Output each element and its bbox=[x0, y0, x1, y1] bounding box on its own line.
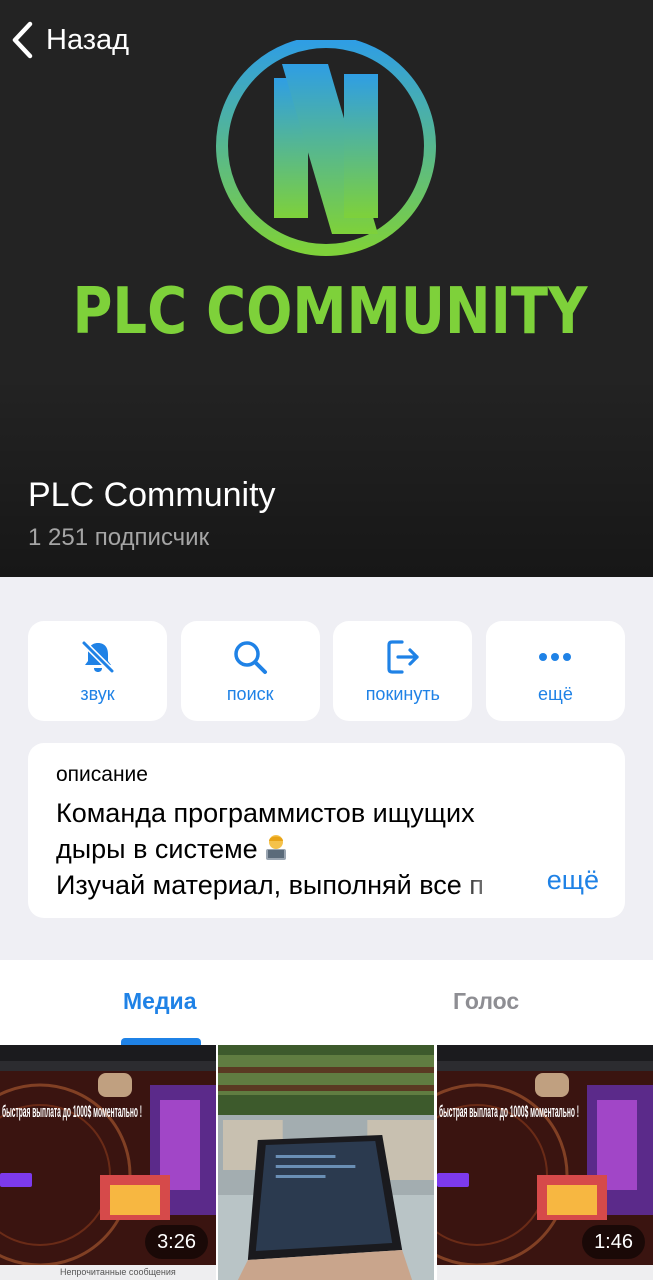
channel-header: Назад PLC COMMUNITY PLC Community 1 251 … bbox=[0, 0, 653, 577]
description-line: Команда программистов ищущих bbox=[56, 795, 597, 831]
media-grid: быстрая выплата до 1000$ моментально ! 3… bbox=[0, 1045, 653, 1280]
description-line1-text: Команда программистов ищущих bbox=[56, 798, 475, 828]
channel-logo: PLC COMMUNITY bbox=[60, 40, 600, 350]
mute-label: звук bbox=[80, 684, 115, 704]
media-item[interactable]: быстрая выплата до 1000$ моментально ! 3… bbox=[0, 1045, 216, 1280]
media-item[interactable] bbox=[218, 1045, 434, 1280]
more-label: ещё bbox=[538, 684, 573, 704]
description-card: описание Команда программистов ищущих ды… bbox=[28, 743, 625, 918]
search-icon bbox=[231, 638, 269, 676]
description-line2-text: дыры в системе bbox=[56, 834, 258, 864]
tab-indicator bbox=[121, 1038, 201, 1045]
description-line: Изучай материал, выполняй все п bbox=[56, 867, 526, 903]
mute-button[interactable]: звук bbox=[28, 621, 167, 721]
video-duration: 1:46 bbox=[582, 1225, 645, 1259]
text-fade bbox=[456, 867, 526, 903]
tab-voice[interactable]: Голос bbox=[453, 988, 519, 1015]
bell-slash-icon bbox=[79, 638, 117, 676]
tab-media[interactable]: Медиа bbox=[123, 988, 196, 1015]
chevron-left-icon bbox=[10, 20, 40, 60]
search-label: поиск bbox=[226, 684, 274, 704]
thumb-caption-line: быстрая выплата до 1000$ моментально ! bbox=[439, 1102, 579, 1121]
more-button[interactable]: ещё bbox=[485, 621, 625, 721]
photo-thumbnail bbox=[218, 1045, 434, 1280]
media-item[interactable]: быстрая выплата до 1000$ моментально ! 1… bbox=[437, 1045, 653, 1280]
search-button[interactable]: поиск bbox=[180, 621, 320, 721]
leave-icon bbox=[384, 638, 422, 676]
subscriber-count: 1 251 подписчик bbox=[28, 524, 210, 551]
leave-label: покинуть bbox=[365, 684, 440, 704]
logo-wordmark: PLC COMMUNITY bbox=[73, 275, 589, 349]
description-label: описание bbox=[56, 763, 148, 786]
description-text: Команда программистов ищущих дыры в сист… bbox=[56, 795, 597, 903]
description-line: дыры в системе bbox=[56, 831, 597, 867]
technologist-emoji-icon bbox=[261, 832, 291, 862]
channel-actions: звук поиск покинуть ещё bbox=[28, 621, 625, 721]
thumb-caption-line: быстрая выплата до 1000$ моментально ! bbox=[2, 1102, 142, 1121]
more-icon bbox=[536, 638, 574, 676]
video-duration: 3:26 bbox=[145, 1225, 208, 1259]
description-line3-text: Изучай материал, выполняй все п bbox=[56, 870, 484, 900]
thumb-strip-text: Непрочитанные сообщения bbox=[0, 1265, 216, 1280]
channel-title: PLC Community bbox=[28, 476, 276, 514]
media-tabs: Медиа Голос bbox=[0, 960, 653, 1045]
leave-button[interactable]: покинуть bbox=[333, 621, 473, 721]
description-more-link[interactable]: ещё bbox=[547, 865, 599, 896]
